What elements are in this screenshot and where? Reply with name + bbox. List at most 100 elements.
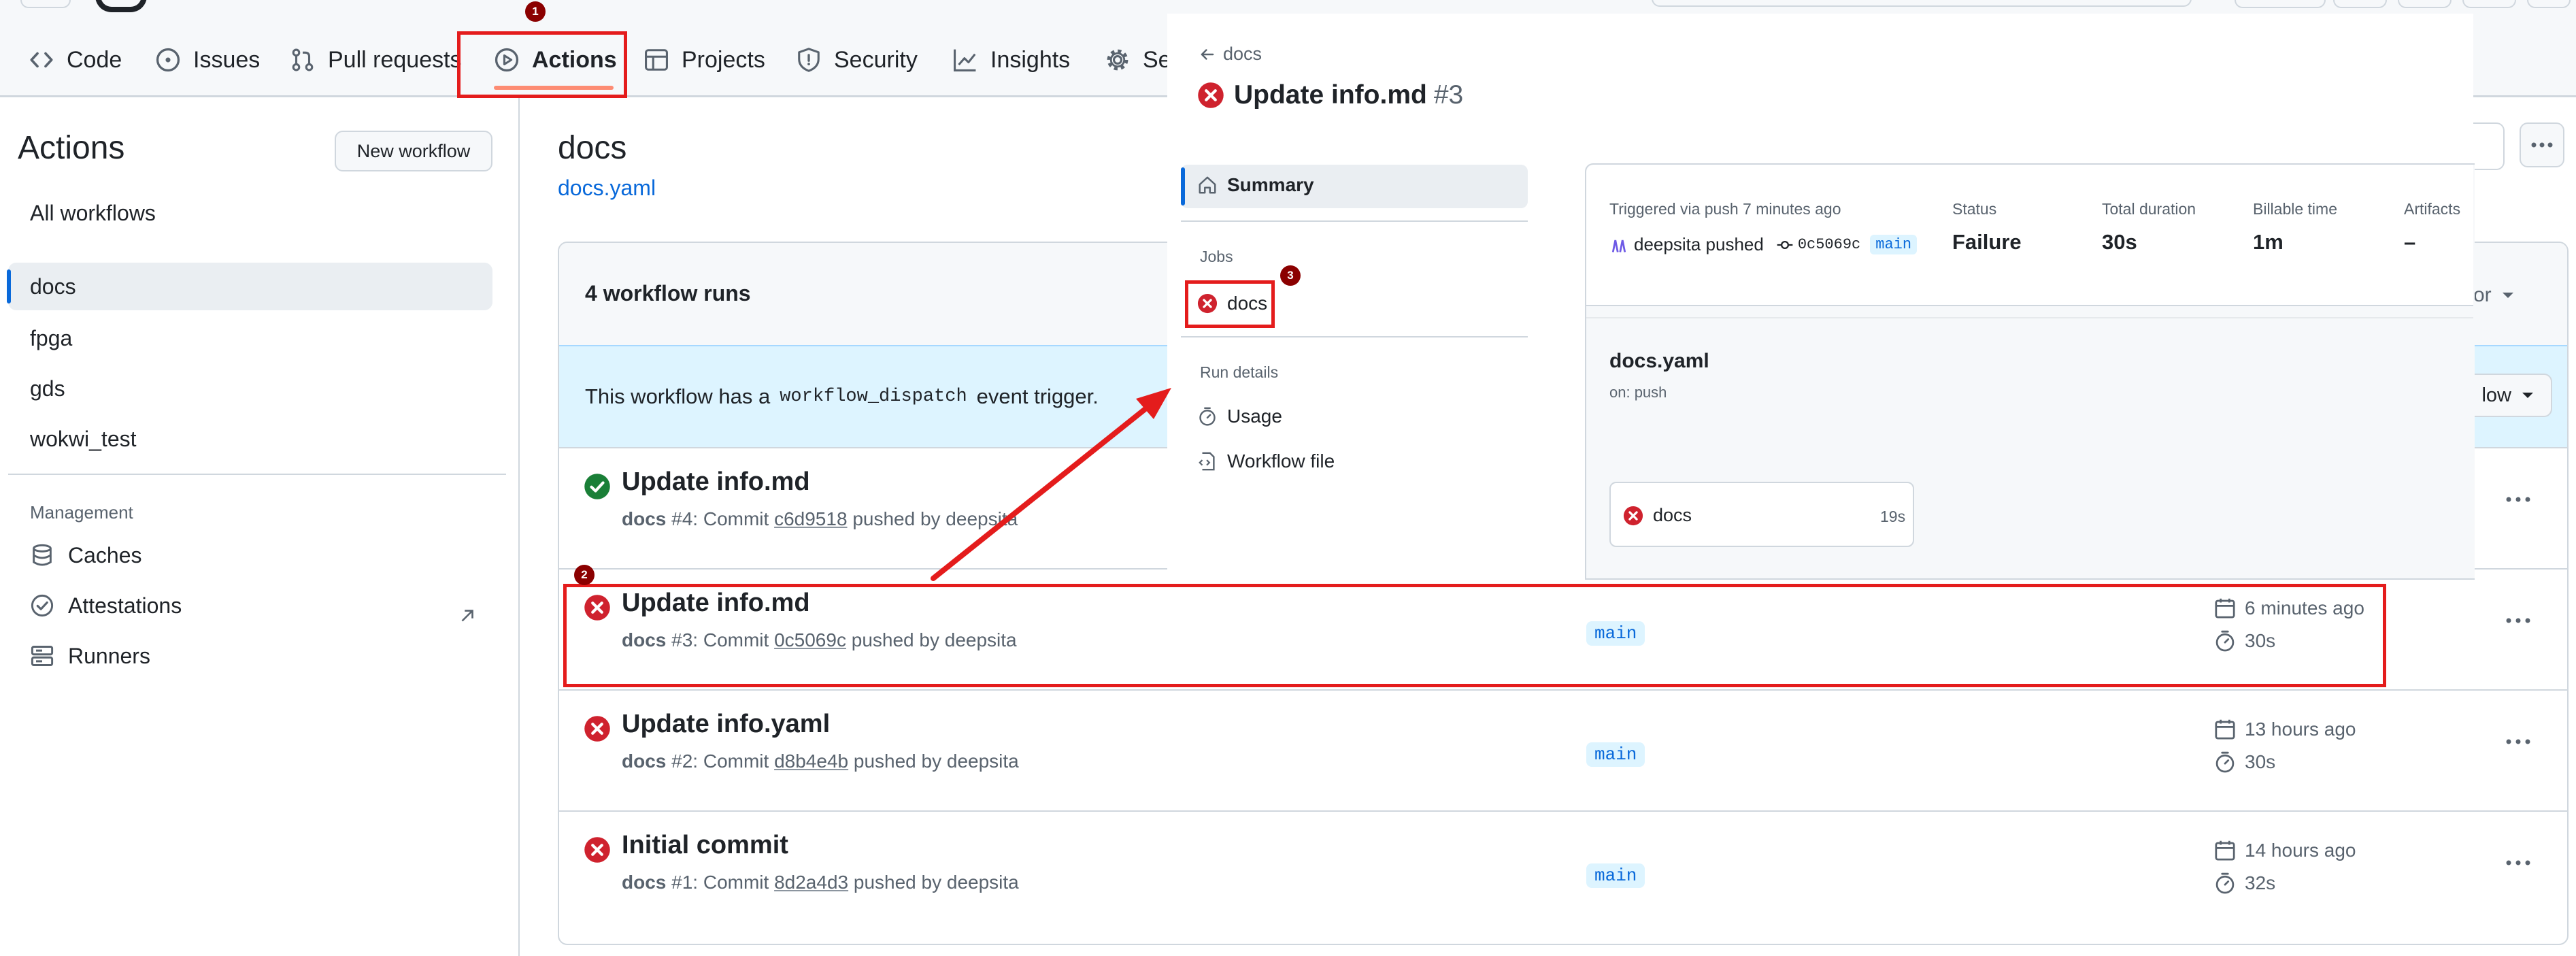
header-button[interactable]: [2333, 0, 2387, 8]
actor-line: deepsita pushed 0c5069c main: [1609, 234, 1918, 255]
avatar[interactable]: [1609, 235, 1628, 254]
duration-value[interactable]: 30s: [2102, 230, 2137, 254]
tab-code[interactable]: Code: [29, 42, 122, 78]
run-duration-label: 30s: [2245, 751, 2276, 772]
header-button[interactable]: [2235, 0, 2326, 8]
failure-x-icon: [1198, 82, 1224, 108]
run-number: #4: [671, 508, 693, 529]
tab-label: Pull requests: [328, 46, 462, 73]
commit-link[interactable]: d8b4e4b: [774, 751, 848, 772]
run-detail-title: Update info.md: [1234, 80, 1427, 110]
chevron-down-icon: [2502, 293, 2513, 298]
run-duration-label: 32s: [2245, 872, 2276, 893]
graph-title: docs.yaml: [1609, 350, 1709, 372]
tab-label: Projects: [682, 46, 765, 73]
more-options-button[interactable]: [2520, 122, 2564, 167]
run-duration: 30s: [2213, 751, 2275, 774]
search-input[interactable]: [1652, 0, 2192, 7]
tab-label: Code: [67, 46, 122, 73]
run-actor: pushed by deepsita: [853, 751, 1019, 772]
header-button[interactable]: [2462, 0, 2516, 8]
tab-insights[interactable]: Insights: [952, 42, 1070, 78]
billable-value: 1m: [2253, 230, 2284, 254]
sidebar-item-runners[interactable]: Runners: [30, 636, 150, 676]
server-icon: [31, 646, 54, 666]
table-row[interactable]: Update info.yaml docs #2: Commit d8b4e4b…: [559, 689, 2567, 812]
header-button[interactable]: [2398, 0, 2452, 8]
run-title[interactable]: Update info.md: [622, 467, 810, 497]
artifacts-value: –: [2404, 230, 2416, 254]
branch-badge[interactable]: main: [1586, 863, 1645, 888]
chevron-down-icon: [2522, 393, 2533, 398]
new-workflow-button[interactable]: New workflow: [335, 131, 492, 171]
run-title[interactable]: Update info.yaml: [622, 710, 830, 739]
external-link-icon: [461, 610, 473, 622]
sidebar-item-label: Runners: [68, 643, 150, 668]
run-time: 14 hours ago: [2213, 839, 2356, 862]
tab-issues[interactable]: Issues: [155, 42, 260, 78]
branch-badge[interactable]: main: [1586, 742, 1645, 767]
artifacts-heading: Artifacts: [2404, 200, 2461, 218]
divider: [1586, 317, 2473, 318]
nav-partial-button[interactable]: [20, 0, 71, 8]
sidebar-item-label: Caches: [68, 542, 142, 567]
sidebar-item-attestations[interactable]: Attestations: [30, 585, 182, 626]
run-number: #1: [671, 872, 693, 893]
kebab-horizontal-icon[interactable]: [2505, 496, 2532, 503]
graph-trigger: on: push: [1609, 384, 1667, 401]
table-row[interactable]: Initial commit docs #1: Commit 8d2a4d3 p…: [559, 810, 2567, 933]
commit-link[interactable]: c6d9518: [774, 508, 847, 529]
run-commit-label: Commit: [703, 872, 769, 893]
graph-job-time: 19s: [1880, 508, 1906, 525]
back-link[interactable]: docs: [1199, 44, 1262, 65]
tab-label: Issues: [193, 46, 261, 73]
run-title[interactable]: Initial commit: [622, 831, 788, 860]
kebab-horizontal-icon[interactable]: [2505, 738, 2532, 745]
workflow-file-nav-item[interactable]: Workflow file: [1197, 450, 1335, 472]
usage-nav-item[interactable]: Usage: [1197, 406, 1282, 427]
sidebar-item-all-workflows[interactable]: All workflows: [8, 189, 492, 237]
duration-heading: Total duration: [2102, 200, 2196, 218]
sidebar-item-fpga[interactable]: fpga: [8, 314, 492, 362]
filter-dropdown[interactable]: or: [2473, 284, 2515, 307]
kebab-horizontal-icon[interactable]: [2505, 617, 2532, 624]
run-details-heading: Run details: [1200, 363, 1279, 381]
sidebar-item-gds[interactable]: gds: [8, 365, 492, 412]
success-check-icon: [584, 474, 610, 499]
commit-link[interactable]: 8d2a4d3: [774, 872, 848, 893]
arrow-left-icon: [1201, 48, 1214, 60]
run-detail-overlay: docs Update info.md #3 Summary Jobs docs…: [1167, 14, 2475, 591]
stopwatch-icon: [1199, 407, 1216, 426]
back-link-label: docs: [1223, 44, 1262, 64]
kebab-horizontal-icon[interactable]: [2505, 859, 2532, 866]
sidebar-item-label: wokwi_test: [30, 426, 137, 451]
run-header: Update info.md #3: [1197, 80, 1463, 110]
avatar[interactable]: [2527, 0, 2571, 8]
summary-nav-item[interactable]: Summary: [1197, 174, 1314, 196]
stopwatch-icon: [2215, 751, 2235, 773]
sidebar-item-wokwi-test[interactable]: wokwi_test: [8, 415, 492, 463]
code-icon: [30, 52, 53, 68]
tab-settings[interactable]: Se: [1105, 42, 1171, 78]
workflow-file-link[interactable]: docs.yaml: [558, 176, 656, 201]
graph-icon: [954, 49, 976, 71]
billable-heading: Billable time: [2253, 200, 2337, 218]
status-value: Failure: [1952, 230, 2022, 254]
sidebar-item-caches[interactable]: Caches: [30, 535, 142, 576]
commit-icon: [1777, 240, 1793, 249]
tab-projects[interactable]: Projects: [643, 42, 765, 78]
annotation-highlight-actions: [457, 31, 627, 98]
sidebar-item-docs[interactable]: docs: [8, 263, 492, 310]
tab-pull-requests[interactable]: Pull requests: [290, 42, 462, 78]
home-icon: [1199, 176, 1216, 194]
branch-badge[interactable]: main: [1870, 235, 1918, 254]
tab-security[interactable]: Security: [796, 42, 918, 78]
run-time-label: 13 hours ago: [2245, 719, 2356, 740]
actor-text: deepsita pushed: [1634, 234, 1764, 254]
verified-icon: [31, 594, 54, 617]
run-workflow: docs: [622, 872, 667, 893]
jobs-heading: Jobs: [1200, 248, 1233, 265]
commit-link[interactable]: 0c5069c: [1798, 236, 1860, 253]
management-heading: Management: [30, 502, 133, 523]
calendar-icon: [2215, 840, 2235, 861]
